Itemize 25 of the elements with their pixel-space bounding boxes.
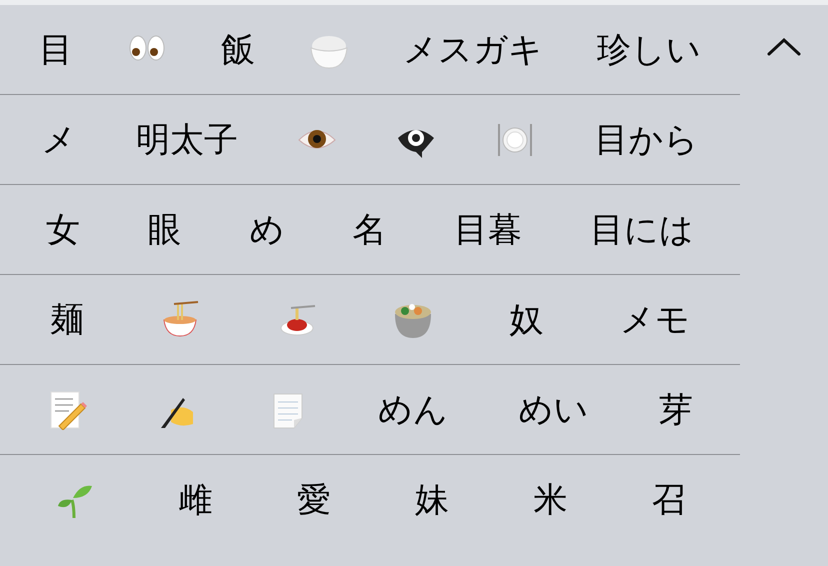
candidate[interactable]: 妹 [372, 455, 492, 545]
candidate[interactable]: 召 [610, 455, 728, 545]
candidate[interactable]: 目暮 [420, 185, 556, 274]
candidate[interactable]: メスガキ [376, 5, 570, 94]
collapse-chevron-icon[interactable] [766, 35, 802, 57]
candidate[interactable]: 眼 [114, 185, 216, 274]
candidate[interactable]: メモ [582, 275, 728, 364]
candidate[interactable]: 女 [12, 185, 114, 274]
candidate[interactable]: 名 [318, 185, 420, 274]
candidate[interactable]: メ [12, 95, 106, 184]
candidate[interactable]: め [216, 185, 318, 274]
candidate[interactable]: 飯 [194, 5, 282, 94]
candidate[interactable]: 麺 [12, 275, 122, 364]
candidate[interactable]: 芽 [624, 365, 728, 454]
candidate[interactable]: めん [342, 365, 484, 454]
candidate[interactable]: 目 [12, 5, 100, 94]
candidate[interactable]: 目から [564, 95, 728, 184]
candidate[interactable]: 珍しい [570, 5, 728, 94]
candidate[interactable]: 雌 [136, 455, 255, 545]
candidate[interactable]: 奴 [471, 275, 582, 364]
candidate[interactable]: めい [483, 365, 624, 454]
candidate[interactable]: 目には [556, 185, 728, 274]
candidate[interactable]: 明太子 [106, 95, 268, 184]
candidate[interactable]: 米 [491, 455, 610, 545]
candidate[interactable]: 愛 [254, 455, 373, 545]
